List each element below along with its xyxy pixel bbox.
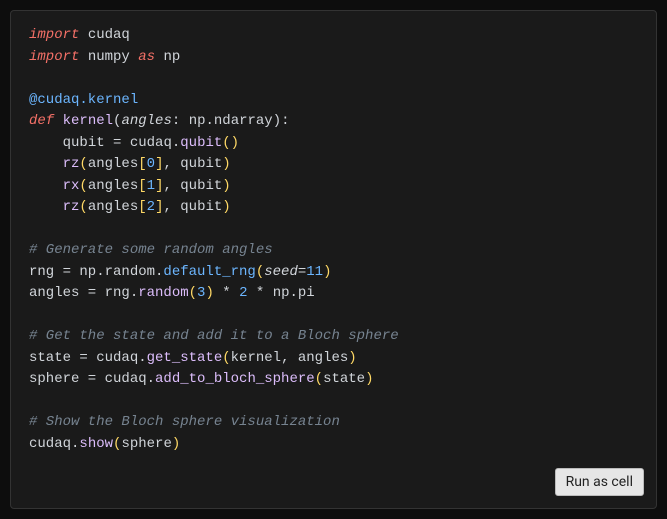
kw-import: import (29, 27, 79, 43)
paren: ) (222, 156, 230, 172)
arg-qubit: qubit (180, 178, 222, 194)
anno-ndarray: np.ndarray (189, 113, 273, 129)
mod-cudaq: cudaq. (29, 436, 79, 452)
eq: = (105, 135, 130, 151)
eq: = (298, 264, 306, 280)
comment: # Get the state and add it to a Bloch sp… (29, 328, 399, 344)
paren: ( (256, 264, 264, 280)
comment: # Show the Bloch sphere visualization (29, 414, 340, 430)
comma: , (163, 156, 180, 172)
bracket: [ (138, 199, 146, 215)
op-mul: * (214, 285, 239, 301)
paren: ) (348, 350, 356, 366)
kw-as: as (138, 49, 155, 65)
paren: ( (79, 156, 87, 172)
mod-cudaq: cudaq (88, 27, 130, 43)
assign-state: state = cudaq. (29, 350, 147, 366)
fn-rx: rx (63, 178, 80, 194)
run-as-cell-button[interactable]: Run as cell (555, 468, 644, 496)
fn-rz: rz (63, 156, 80, 172)
idx-2: 2 (147, 199, 155, 215)
assign-rng: rng = np.random. (29, 264, 163, 280)
fn-add-bloch: add_to_bloch_sphere (155, 371, 315, 387)
bracket: [ (138, 178, 146, 194)
comma: , (163, 199, 180, 215)
page-root: import cudaq import numpy as np @cudaq.k… (0, 0, 667, 519)
assign-angles: angles = rng. (29, 285, 138, 301)
fn-get-state: get_state (147, 350, 223, 366)
idx-0: 0 (147, 156, 155, 172)
paren: ( (189, 285, 197, 301)
bracket: [ (138, 156, 146, 172)
paren: ) (172, 436, 180, 452)
idx-1: 1 (147, 178, 155, 194)
fn-show: show (79, 436, 113, 452)
paren: ) (323, 264, 331, 280)
comma: , (163, 178, 180, 194)
paren: ) (222, 178, 230, 194)
fn-default-rng: default_rng (163, 264, 255, 280)
paren: ) (205, 285, 213, 301)
kw-seed: seed (264, 264, 298, 280)
alias-np: np (163, 49, 180, 65)
arg-sphere: sphere (121, 436, 171, 452)
fn-name-kernel: kernel (63, 113, 113, 129)
code-panel: import cudaq import numpy as np @cudaq.k… (10, 10, 657, 509)
code-block: import cudaq import numpy as np @cudaq.k… (29, 25, 638, 455)
comment: # Generate some random angles (29, 242, 273, 258)
paren: ( (222, 350, 230, 366)
paren: ): (273, 113, 290, 129)
var-qubit: qubit (63, 135, 105, 151)
paren: ( (79, 178, 87, 194)
colon: : (172, 113, 189, 129)
seed-val: 11 (306, 264, 323, 280)
fn-rz: rz (63, 199, 80, 215)
assign-sphere: sphere = cudaq. (29, 371, 155, 387)
param-angles: angles (121, 113, 171, 129)
paren: ) (222, 199, 230, 215)
decorator: @cudaq.kernel (29, 92, 138, 108)
fn-random: random (138, 285, 188, 301)
arr-angles: angles (88, 199, 138, 215)
args-state: kernel, angles (231, 350, 349, 366)
arr-angles: angles (88, 156, 138, 172)
arg-qubit: qubit (180, 156, 222, 172)
paren: ) (365, 371, 373, 387)
mod-cudaq: cudaq. (130, 135, 180, 151)
mod-numpy: numpy (88, 49, 130, 65)
kw-def: def (29, 113, 54, 129)
fn-qubit: qubit (180, 135, 222, 151)
paren: () (222, 135, 239, 151)
np-pi: * np.pi (247, 285, 314, 301)
arr-angles: angles (88, 178, 138, 194)
arg-qubit: qubit (180, 199, 222, 215)
paren: ( (315, 371, 323, 387)
arg-state: state (323, 371, 365, 387)
paren: ( (79, 199, 87, 215)
kw-import: import (29, 49, 79, 65)
